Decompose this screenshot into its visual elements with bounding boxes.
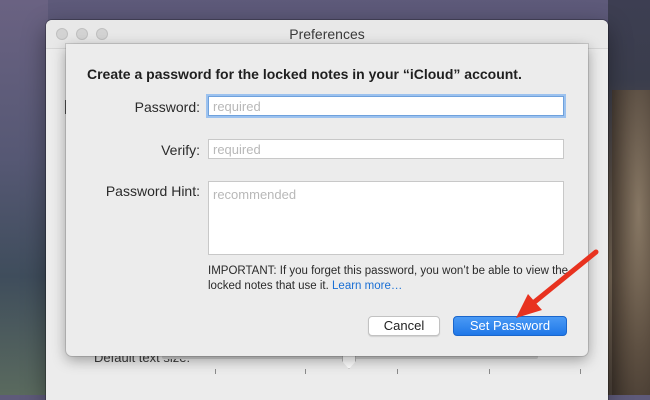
learn-more-link[interactable]: Learn more…: [332, 280, 402, 292]
verify-label: Verify:: [161, 142, 200, 158]
sheet-heading: Create a password for the locked notes i…: [87, 66, 522, 82]
password-sheet: Create a password for the locked notes i…: [66, 44, 588, 356]
verify-field[interactable]: required: [208, 139, 564, 159]
slider-tick: [489, 369, 490, 374]
password-field[interactable]: required: [208, 96, 564, 116]
set-password-button[interactable]: Set Password: [453, 316, 567, 336]
desktop-background-left: [0, 0, 48, 395]
slider-tick: [580, 369, 581, 374]
window-title: Preferences: [289, 26, 365, 42]
slider-tick: [215, 369, 216, 374]
slider-tick: [305, 369, 306, 374]
password-label: Password:: [134, 99, 200, 115]
cancel-button[interactable]: Cancel: [368, 316, 440, 336]
slider-tick: [397, 369, 398, 374]
password-hint-label: Password Hint:: [105, 183, 200, 199]
desktop-rock: [612, 90, 650, 395]
password-hint-field[interactable]: recommended: [208, 181, 564, 255]
important-note: IMPORTANT: If you forget this password, …: [208, 264, 578, 294]
